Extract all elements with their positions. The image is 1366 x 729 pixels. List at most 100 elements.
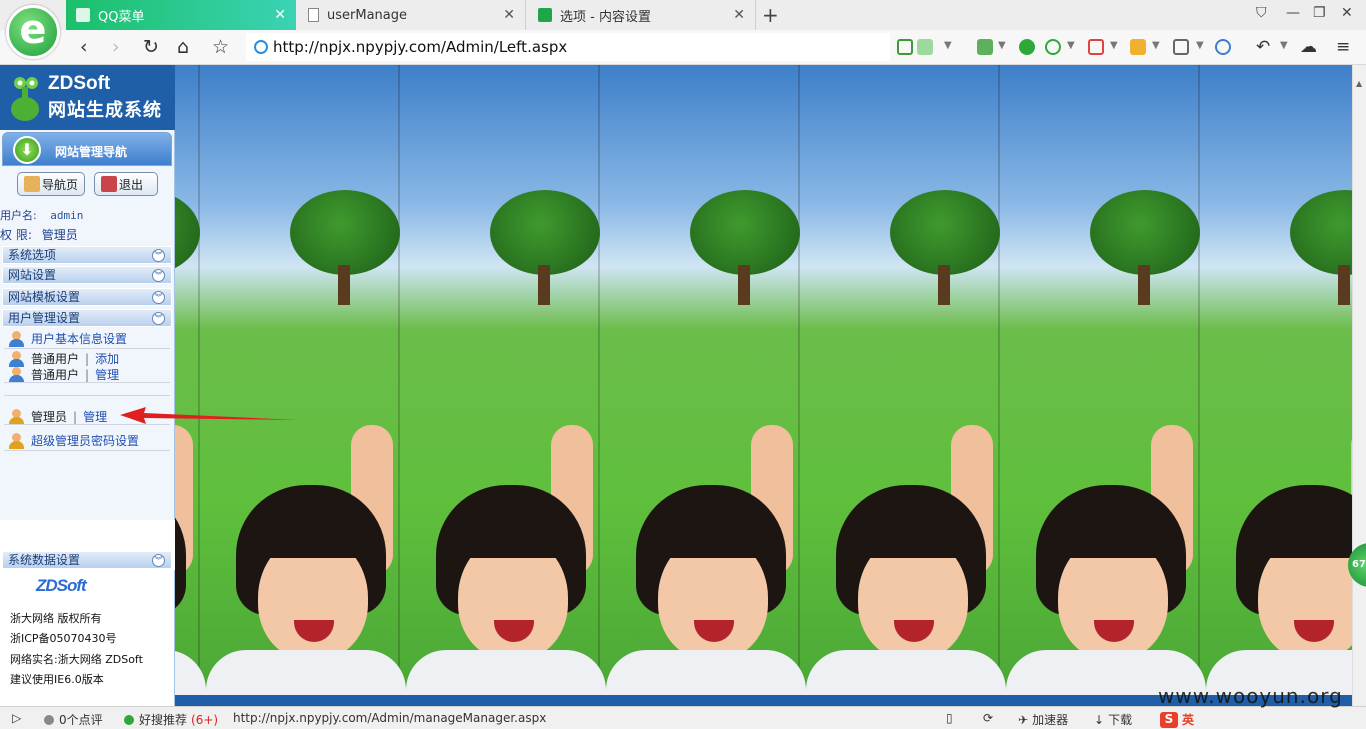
shield-icon[interactable] [1045, 39, 1061, 55]
manage-admin-link[interactable]: 管理 [83, 408, 107, 425]
tab-qq-menu[interactable]: QQ菜单 ✕ [66, 0, 296, 30]
girl-figure [806, 425, 1006, 695]
role-row: 权 限: 管理员 [0, 226, 78, 243]
nav-title-bar: ⬇ 网站管理导航 [2, 132, 172, 166]
username-value: admin [50, 209, 84, 222]
tree-trunk [1138, 265, 1150, 305]
chevron-down-icon[interactable]: ▼ [1067, 40, 1075, 51]
back-arrow-icon[interactable]: ‹ [80, 35, 88, 59]
refresh-circle-icon[interactable]: ⟳ [983, 711, 993, 725]
divider [4, 382, 170, 383]
list-item-super-admin-password: 超级管理员密码设置 [8, 432, 139, 449]
home-page-button[interactable]: 导航页 [17, 172, 86, 196]
house-icon [24, 176, 40, 192]
tree [290, 190, 400, 275]
logout-button[interactable]: 退出 [94, 172, 158, 196]
tab-label: QQ菜单 [98, 9, 145, 25]
tree [1090, 190, 1200, 275]
download-arrow-icon: ↓ [1094, 712, 1105, 727]
double-chevron-down-icon[interactable]: ︾ [152, 249, 165, 262]
chevron-down-icon[interactable]: ▼ [998, 40, 1006, 51]
close-icon[interactable]: ✕ [503, 7, 515, 23]
vertical-scrollbar[interactable]: ▲ [1352, 65, 1366, 706]
game-controller-icon[interactable] [1173, 39, 1189, 55]
sidebar-toggle-icon[interactable]: ▷ [12, 711, 21, 725]
qr-code-icon[interactable] [897, 39, 913, 55]
chevron-down-icon[interactable]: ▼ [1110, 40, 1118, 51]
frog-icon[interactable] [1019, 39, 1035, 55]
menu-icon[interactable]: ≡ [1336, 35, 1350, 59]
separator: | [85, 351, 90, 366]
user-icon [8, 350, 25, 367]
shirt-skin-icon[interactable]: ⛉ [1256, 5, 1267, 21]
tab-user-manage[interactable]: userManage ✕ [298, 0, 526, 30]
double-chevron-down-icon[interactable]: ︾ [152, 291, 165, 304]
tab-label: userManage [327, 7, 407, 23]
chevron-down-icon[interactable]: ▼ [1196, 40, 1204, 51]
leaf-icon[interactable] [917, 39, 933, 55]
new-tab-plus-icon[interactable]: + [762, 3, 779, 27]
tab-bar: e QQ菜单 ✕ userManage ✕ 选项 - 内容设置 ✕ + ⛉ — … [0, 0, 1366, 59]
footer-line: 浙大网络 版权所有 [10, 612, 102, 625]
role-label: 权 限: [0, 228, 32, 242]
coupon-icon[interactable] [1130, 39, 1146, 55]
section-template-settings[interactable]: 网站模板设置 ︾ [2, 288, 172, 306]
restore-icon[interactable]: ❐ [1313, 5, 1326, 21]
apps-grid-icon[interactable] [977, 39, 993, 55]
double-chevron-down-icon[interactable]: ︾ [152, 554, 165, 567]
scroll-up-arrow-icon[interactable]: ▲ [1356, 79, 1362, 88]
page-icon [76, 8, 90, 22]
tab-label: 选项 - 内容设置 [560, 9, 651, 25]
accelerator-button[interactable]: ✈ 加速器 [1018, 711, 1068, 728]
ad-block-icon[interactable] [1088, 39, 1104, 55]
chevron-down-icon[interactable]: ▼ [1280, 40, 1288, 51]
tab-options[interactable]: 选项 - 内容设置 ✕ [528, 0, 756, 30]
ime-mode: 英 [1182, 713, 1195, 727]
section-user-management[interactable]: 用户管理设置 ︾ [2, 309, 172, 327]
address-bar[interactable]: http://npjx.npypjy.com/Admin/Left.aspx [246, 33, 890, 61]
red-pointer-arrow-annotation [120, 407, 298, 424]
recommend-status[interactable]: 好搜推荐 (6+) [124, 711, 218, 728]
chevron-down-icon[interactable]: ▼ [944, 40, 952, 51]
phone-icon[interactable]: ▯ [946, 711, 953, 725]
rocket-icon: ✈ [1018, 712, 1029, 727]
window-close-icon[interactable]: ✕ [1341, 5, 1353, 21]
browser-logo-icon[interactable]: e [6, 5, 60, 59]
manage-user-link[interactable]: 管理 [95, 366, 119, 383]
double-chevron-down-icon[interactable]: ︾ [152, 312, 165, 325]
add-user-link[interactable]: 添加 [95, 350, 119, 367]
close-icon[interactable]: ✕ [733, 7, 745, 23]
download-button[interactable]: ↓ 下载 [1094, 711, 1132, 728]
cloud-icon[interactable]: ☁ [1300, 35, 1317, 59]
section-system-data[interactable]: 系统数据设置 ︾ [2, 551, 172, 569]
magnifier-icon[interactable] [1215, 39, 1231, 55]
photo-tile [398, 65, 606, 695]
super-admin-password-link[interactable]: 超级管理员密码设置 [31, 432, 139, 449]
star-icon[interactable]: ☆ [212, 35, 229, 59]
photo-tile [998, 65, 1206, 695]
shirt [806, 650, 1006, 695]
speed-ball-value: 67 [1352, 559, 1366, 570]
reload-icon[interactable]: ↻ [143, 35, 159, 59]
user-icon [8, 366, 25, 383]
chevron-down-icon[interactable]: ▼ [1152, 40, 1160, 51]
basic-info-link[interactable]: 用户基本信息设置 [31, 330, 127, 347]
section-site-settings[interactable]: 网站设置 ︾ [2, 266, 172, 284]
minimize-icon[interactable]: — [1286, 5, 1300, 21]
home-icon[interactable]: ⌂ [177, 35, 189, 59]
ime-toolbar[interactable]: S 英 [1160, 711, 1194, 728]
footer-copyright: ZDSoft 浙大网络 版权所有 浙ICP备05070430号 网络实名:浙大网… [0, 570, 175, 706]
admin-label: 管理员 [31, 410, 68, 424]
girl-figure [1206, 425, 1352, 695]
undo-icon[interactable]: ↶ [1256, 35, 1270, 59]
status-bar: ▷ 0个点评 好搜推荐 (6+) http://npjx.npypjy.com/… [0, 706, 1366, 729]
comments-status[interactable]: 0个点评 [44, 711, 103, 728]
section-label: 系统数据设置 [8, 553, 81, 567]
photo-tile [198, 65, 406, 695]
close-icon[interactable]: ✕ [274, 7, 286, 23]
forward-arrow-icon[interactable]: › [112, 35, 120, 59]
double-chevron-down-icon[interactable]: ︾ [152, 269, 165, 282]
section-system-options[interactable]: 系统选项 ︾ [2, 246, 172, 264]
list-item-admin-manage: 管理员 | 管理 [8, 408, 107, 425]
separator: | [85, 367, 90, 382]
